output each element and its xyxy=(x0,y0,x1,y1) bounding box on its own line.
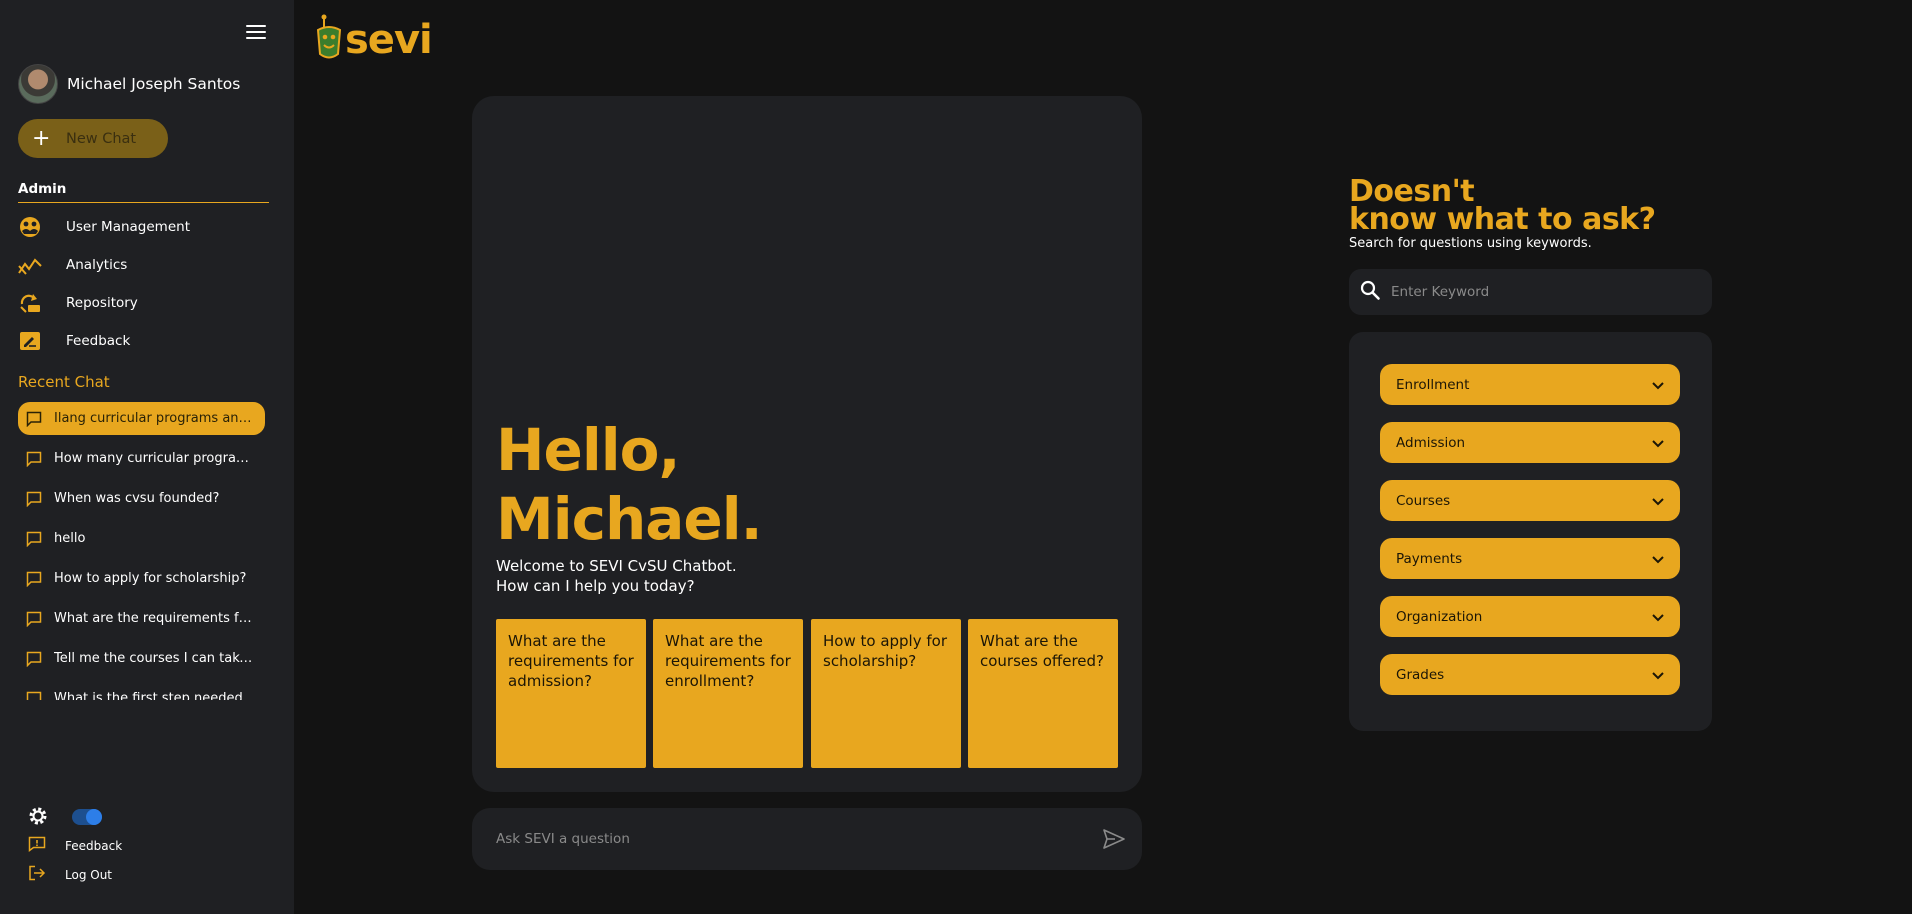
category-dropdown-admission[interactable]: Admission xyxy=(1380,422,1680,463)
nav-item-feedback[interactable]: Feedback xyxy=(18,327,268,355)
chevron-down-icon xyxy=(1652,549,1664,568)
suggestions-subtitle: Search for questions using keywords. xyxy=(1349,236,1592,251)
category-dropdown-organization[interactable]: Organization xyxy=(1380,596,1680,637)
category-dropdown-courses[interactable]: Courses xyxy=(1380,480,1680,521)
suggestions-heading: Doesn't know what to ask? xyxy=(1349,177,1656,237)
user-profile[interactable]: Michael Joseph Santos xyxy=(18,64,240,104)
chat-bubble-icon xyxy=(26,611,44,627)
chat-bubble-icon xyxy=(26,651,44,667)
suggestions-heading-line-2: know what to ask? xyxy=(1349,202,1656,237)
menu-icon[interactable] xyxy=(246,25,266,43)
greeting-heading: Hello, Michael. xyxy=(496,416,763,554)
chevron-down-icon xyxy=(1652,375,1664,394)
feedback-icon xyxy=(18,330,42,352)
new-chat-button[interactable]: + New Chat xyxy=(18,119,168,158)
nav-item-user-management[interactable]: User Management xyxy=(18,213,268,241)
chat-title: What are the requirements for ... xyxy=(54,611,259,626)
welcome-text: Welcome to SEVI CvSU Chatbot. How can I … xyxy=(496,556,737,596)
search-icon xyxy=(1359,279,1381,305)
theme-settings-button[interactable] xyxy=(27,805,49,831)
bottom-feedback-button[interactable]: Feedback xyxy=(28,836,122,856)
new-chat-label: New Chat xyxy=(66,130,137,147)
category-label: Courses xyxy=(1396,492,1451,509)
chat-title: hello xyxy=(54,531,86,546)
recent-chat-title: Recent Chat xyxy=(18,373,110,391)
logout-button[interactable]: Log Out xyxy=(28,865,112,885)
category-label: Grades xyxy=(1396,666,1445,683)
feedback-bubble-icon xyxy=(28,836,46,856)
chat-bubble-icon xyxy=(26,571,44,587)
recent-chat-item[interactable]: Tell me the courses I can take in... xyxy=(18,642,265,675)
welcome-line-2: How can I help you today? xyxy=(496,577,695,595)
chat-title: Ilang curricular programs ang i... xyxy=(54,411,259,426)
greeting-line-1: Hello, xyxy=(496,416,681,484)
keyword-search-input[interactable] xyxy=(1391,284,1691,300)
bottom-feedback-label: Feedback xyxy=(65,839,123,853)
recent-chat-item[interactable]: hello xyxy=(18,522,265,555)
nav-label: Repository xyxy=(66,295,138,311)
chat-welcome-card: Hello, Michael. Welcome to SEVI CvSU Cha… xyxy=(472,96,1142,792)
chat-title: How many curricular programs... xyxy=(54,451,259,466)
avatar xyxy=(18,64,58,104)
sidebar: Michael Joseph Santos + New Chat Admin U… xyxy=(0,0,294,914)
chat-bubble-icon xyxy=(26,491,44,507)
category-dropdown-payments[interactable]: Payments xyxy=(1380,538,1680,579)
keyword-search xyxy=(1349,269,1712,315)
suggestion-card[interactable]: What are the courses offered? xyxy=(968,619,1118,768)
gear-icon xyxy=(27,805,49,831)
category-label: Payments xyxy=(1396,550,1463,567)
logo-text: sevi xyxy=(345,17,433,63)
plus-icon: + xyxy=(32,125,51,151)
mascot-logo-icon xyxy=(316,14,342,66)
chat-title: Tell me the courses I can take in... xyxy=(54,651,259,666)
nav-label: User Management xyxy=(66,219,190,235)
analytics-icon xyxy=(18,254,42,276)
divider xyxy=(18,202,269,203)
recent-chat-item[interactable]: Ilang curricular programs ang i... xyxy=(18,402,265,435)
nav-label: Feedback xyxy=(66,333,131,349)
theme-toggle[interactable] xyxy=(72,809,102,825)
recent-chat-list[interactable]: Ilang curricular programs ang i... How m… xyxy=(0,400,294,700)
nav-label: Analytics xyxy=(66,257,128,273)
recent-chat-item[interactable]: What are the requirements for ... xyxy=(18,602,265,635)
app-logo: sevi xyxy=(316,14,433,66)
logout-label: Log Out xyxy=(65,868,113,882)
greeting-line-2: Michael. xyxy=(496,485,763,553)
logout-icon xyxy=(28,865,46,885)
category-panel: Enrollment Admission Courses Payments Or… xyxy=(1349,332,1712,731)
nav-item-repository[interactable]: Repository xyxy=(18,289,268,317)
recent-chat-item[interactable]: What is the first step needed to... xyxy=(18,682,265,700)
welcome-line-1: Welcome to SEVI CvSU Chatbot. xyxy=(496,557,737,575)
ask-input[interactable] xyxy=(496,831,1076,847)
chat-bubble-icon xyxy=(26,451,44,467)
user-management-icon xyxy=(18,216,42,238)
chat-title: When was cvsu founded? xyxy=(54,491,220,506)
suggestion-card[interactable]: How to apply for scholarship? xyxy=(811,619,961,768)
category-dropdown-enrollment[interactable]: Enrollment xyxy=(1380,364,1680,405)
ask-box xyxy=(472,808,1142,870)
suggestion-card[interactable]: What are the requirements for enrollment… xyxy=(653,619,803,768)
recent-chat-item[interactable]: When was cvsu founded? xyxy=(18,482,265,515)
chat-title: How to apply for scholarship? xyxy=(54,571,247,586)
category-label: Organization xyxy=(1396,608,1483,625)
repository-icon xyxy=(18,292,42,314)
category-label: Admission xyxy=(1396,434,1466,451)
recent-chat-item[interactable]: How to apply for scholarship? xyxy=(18,562,265,595)
admin-section-title: Admin xyxy=(18,181,67,197)
user-name: Michael Joseph Santos xyxy=(67,75,241,93)
chevron-down-icon xyxy=(1652,433,1664,452)
recent-chat-item[interactable]: How many curricular programs... xyxy=(18,442,265,475)
chevron-down-icon xyxy=(1652,491,1664,510)
chat-title: What is the first step needed to... xyxy=(54,691,259,700)
chat-bubble-icon xyxy=(26,691,44,700)
category-dropdown-grades[interactable]: Grades xyxy=(1380,654,1680,695)
chat-bubble-icon xyxy=(26,411,44,427)
suggestion-card[interactable]: What are the requirements for admission? xyxy=(496,619,646,768)
chevron-down-icon xyxy=(1652,665,1664,684)
nav-item-analytics[interactable]: Analytics xyxy=(18,251,268,279)
chevron-down-icon xyxy=(1652,607,1664,626)
send-icon[interactable] xyxy=(1102,828,1126,854)
chat-bubble-icon xyxy=(26,531,44,547)
category-label: Enrollment xyxy=(1396,376,1470,393)
